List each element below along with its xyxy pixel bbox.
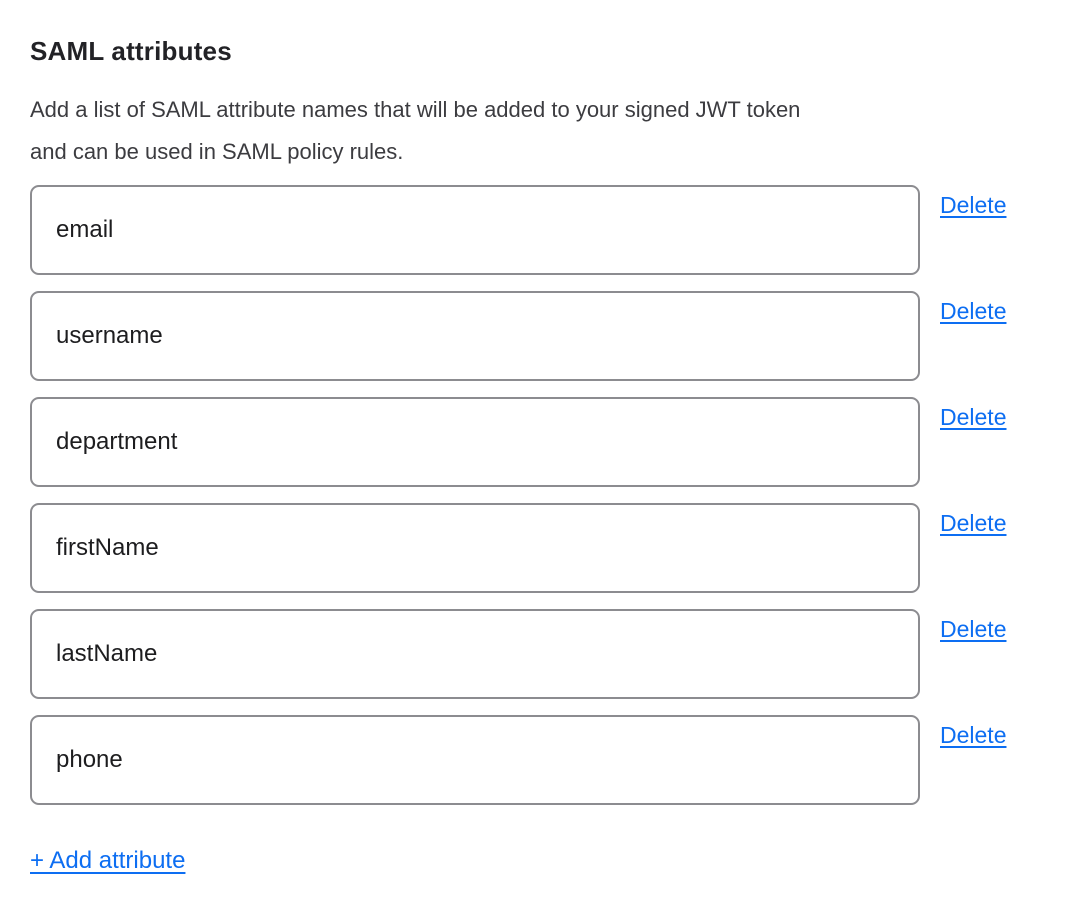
delete-attribute-link[interactable]: Delete (940, 192, 1006, 219)
delete-attribute-link[interactable]: Delete (940, 298, 1006, 325)
attribute-row: Delete (30, 503, 1036, 593)
delete-attribute-link[interactable]: Delete (940, 404, 1006, 431)
attribute-input[interactable] (30, 397, 920, 487)
saml-attributes-section: SAML attributes Add a list of SAML attri… (0, 0, 1066, 897)
attribute-row: Delete (30, 397, 1036, 487)
attribute-input[interactable] (30, 609, 920, 699)
attribute-row: Delete (30, 715, 1036, 805)
page-title: SAML attributes (30, 36, 1036, 67)
attribute-input[interactable] (30, 503, 920, 593)
attribute-row: Delete (30, 291, 1036, 381)
attribute-input[interactable] (30, 715, 920, 805)
attribute-input[interactable] (30, 291, 920, 381)
delete-attribute-link[interactable]: Delete (940, 722, 1006, 749)
attribute-row: Delete (30, 609, 1036, 699)
attribute-input[interactable] (30, 185, 920, 275)
section-description: Add a list of SAML attribute names that … (30, 89, 1036, 173)
attribute-row: Delete (30, 185, 1036, 275)
delete-attribute-link[interactable]: Delete (940, 616, 1006, 643)
add-attribute-link[interactable]: + Add attribute (30, 847, 185, 875)
attribute-list: Delete Delete Delete Delete Delete Delet… (30, 185, 1036, 805)
delete-attribute-link[interactable]: Delete (940, 510, 1006, 537)
